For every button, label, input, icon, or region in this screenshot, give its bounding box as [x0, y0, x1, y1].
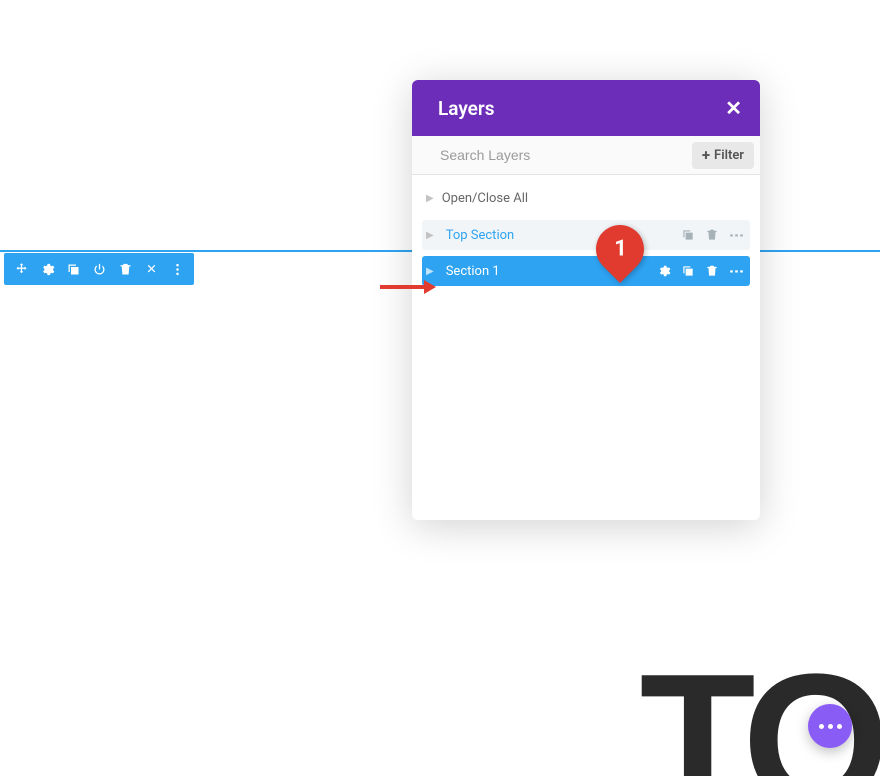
row-actions: ⋮	[657, 264, 744, 279]
power-icon[interactable]	[86, 253, 112, 285]
duplicate-icon[interactable]	[681, 264, 695, 278]
plus-icon: +	[702, 148, 710, 163]
more-icon[interactable]	[164, 253, 190, 285]
triangle-icon: ▶	[426, 193, 434, 204]
more-icon[interactable]: ⋮	[729, 228, 744, 243]
trash-icon[interactable]	[705, 228, 719, 242]
open-close-label: Open/Close All	[442, 191, 528, 206]
move-icon[interactable]	[8, 253, 34, 285]
dot-icon	[837, 724, 842, 729]
step-number: 1	[614, 237, 627, 262]
filter-label: Filter	[714, 148, 744, 163]
section-toolbar	[4, 253, 194, 285]
layer-row-top-section[interactable]: ▶ Top Section ⋮	[422, 220, 750, 250]
layer-row-section-1[interactable]: ▶ Section 1 ⋮	[422, 256, 750, 286]
gear-icon[interactable]	[34, 253, 60, 285]
panel-header[interactable]: Layers ✕	[412, 80, 760, 136]
triangle-icon: ▶	[426, 266, 434, 277]
duplicate-icon[interactable]	[681, 228, 695, 242]
trash-icon[interactable]	[112, 253, 138, 285]
layer-list: ▶ Open/Close All ▶ Top Section ⋮ ▶ Secti…	[412, 175, 760, 520]
search-row: + Filter	[412, 136, 760, 175]
triangle-icon: ▶	[426, 230, 434, 241]
dot-icon	[828, 724, 833, 729]
duplicate-icon[interactable]	[60, 253, 86, 285]
close-panel-icon[interactable]: ✕	[725, 98, 742, 118]
gear-icon[interactable]	[657, 264, 671, 278]
dot-icon	[819, 724, 824, 729]
chat-fab-button[interactable]	[808, 704, 852, 748]
layers-panel: Layers ✕ + Filter ▶ Open/Close All ▶ Top…	[412, 80, 760, 520]
close-icon[interactable]	[138, 253, 164, 285]
search-input[interactable]	[438, 146, 692, 164]
more-icon[interactable]: ⋮	[729, 264, 744, 279]
trash-icon[interactable]	[705, 264, 719, 278]
filter-button[interactable]: + Filter	[692, 142, 754, 169]
open-close-all[interactable]: ▶ Open/Close All	[422, 183, 750, 220]
annotation-arrow	[380, 280, 436, 294]
panel-title: Layers	[438, 97, 494, 120]
row-actions: ⋮	[681, 228, 744, 243]
